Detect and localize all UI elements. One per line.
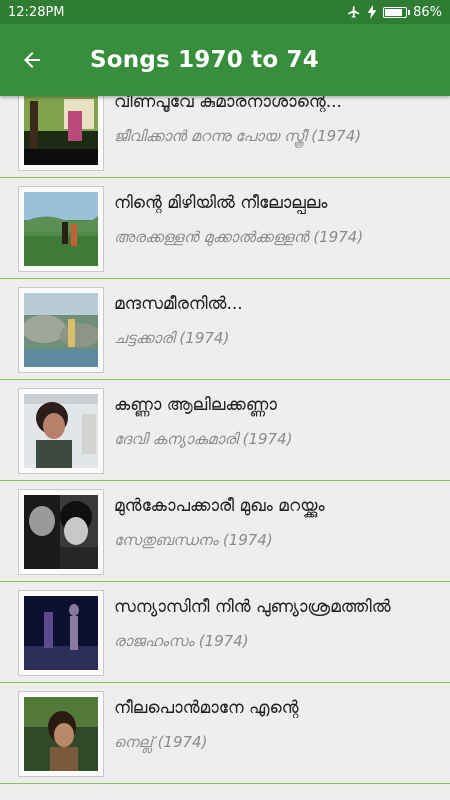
- status-bar: 12:28PM 86%: [0, 0, 450, 24]
- film-name: സേതുബന്ധനം (1974): [114, 531, 273, 549]
- charging-icon: [367, 5, 377, 19]
- battery-icon: [383, 6, 411, 18]
- back-button[interactable]: [0, 24, 64, 96]
- film-name: ദേവി കന്യാകുമാരി (1974): [114, 430, 293, 448]
- thumbnail: [18, 96, 104, 171]
- arrow-left-icon: [24, 52, 40, 68]
- battery-percent: 86%: [413, 4, 442, 20]
- app-bar: Songs 1970 to 74: [0, 24, 450, 96]
- song-row[interactable]: നിന്റെ മിഴിയിൽ നീലോല്പലം അരക്കള്ളൻ മുക്ക…: [0, 178, 450, 279]
- thumbnail: [18, 691, 104, 777]
- song-title: നിന്റെ മിഴിയിൽ നീലോല്പലം: [114, 193, 328, 213]
- song-row[interactable]: മന്ദസമീരനിൽ... ചട്ടക്കാരി (1974): [0, 279, 450, 380]
- thumbnail: [18, 590, 104, 676]
- thumbnail-image: [24, 596, 98, 670]
- song-title: വീണപൂവേ കുമാരനാശാന്റെ...: [114, 96, 342, 112]
- thumbnail-image: [24, 96, 98, 165]
- thumbnail: [18, 186, 104, 272]
- song-row[interactable]: വീണപൂവേ കുമാരനാശാന്റെ... ജീവിക്കാൻ മറന്ന…: [0, 96, 450, 178]
- thumbnail-image: [24, 192, 98, 266]
- song-title: കണ്ണാ ആലിലക്കണ്ണാ: [114, 395, 277, 415]
- film-name: ചട്ടക്കാരി (1974): [114, 329, 230, 347]
- song-row[interactable]: നീലപൊൻമാനേ എന്റെ നെല്ല് (1974): [0, 683, 450, 784]
- thumbnail: [18, 489, 104, 575]
- song-row[interactable]: കണ്ണാ ആലിലക്കണ്ണാ ദേവി കന്യാകുമാരി (1974…: [0, 380, 450, 481]
- song-title: നീലപൊൻമാനേ എന്റെ: [114, 698, 299, 718]
- thumbnail: [18, 388, 104, 474]
- thumbnail-image: [24, 697, 98, 771]
- thumbnail-image: [24, 495, 98, 569]
- song-title: സന്യാസിനീ നിൻ പുണ്യാശ്രമത്തിൽ: [114, 597, 391, 617]
- song-row[interactable]: സന്യാസിനീ നിൻ പുണ്യാശ്രമത്തിൽ രാജഹംസം (1…: [0, 582, 450, 683]
- thumbnail-image: [22, 293, 100, 367]
- film-name: ജീവിക്കാൻ മറന്നു പോയ സ്ത്രീ (1974): [114, 127, 362, 145]
- thumbnail-image: [24, 394, 98, 468]
- film-name: അരക്കള്ളൻ മുക്കാൽക്കള്ളൻ (1974): [114, 228, 364, 246]
- thumbnail: [18, 287, 104, 373]
- airplane-icon: [348, 6, 360, 18]
- song-row[interactable]: മുൻകോപക്കാരീ മുഖം മറയ്ക്കും സേതുബന്ധനം (…: [0, 481, 450, 582]
- page-title: Songs 1970 to 74: [90, 47, 319, 73]
- song-title: മന്ദസമീരനിൽ...: [114, 294, 243, 314]
- film-name: രാജഹംസം (1974): [114, 632, 249, 650]
- status-time: 12:28PM: [8, 4, 65, 20]
- song-list[interactable]: വീണപൂവേ കുമാരനാശാന്റെ... ജീവിക്കാൻ മറന്ന…: [0, 96, 450, 800]
- song-title: മുൻകോപക്കാരീ മുഖം മറയ്ക്കും: [114, 496, 325, 516]
- film-name: നെല്ല് (1974): [114, 733, 208, 751]
- status-icons: 86%: [347, 5, 442, 20]
- battery-level-fill: [385, 8, 403, 16]
